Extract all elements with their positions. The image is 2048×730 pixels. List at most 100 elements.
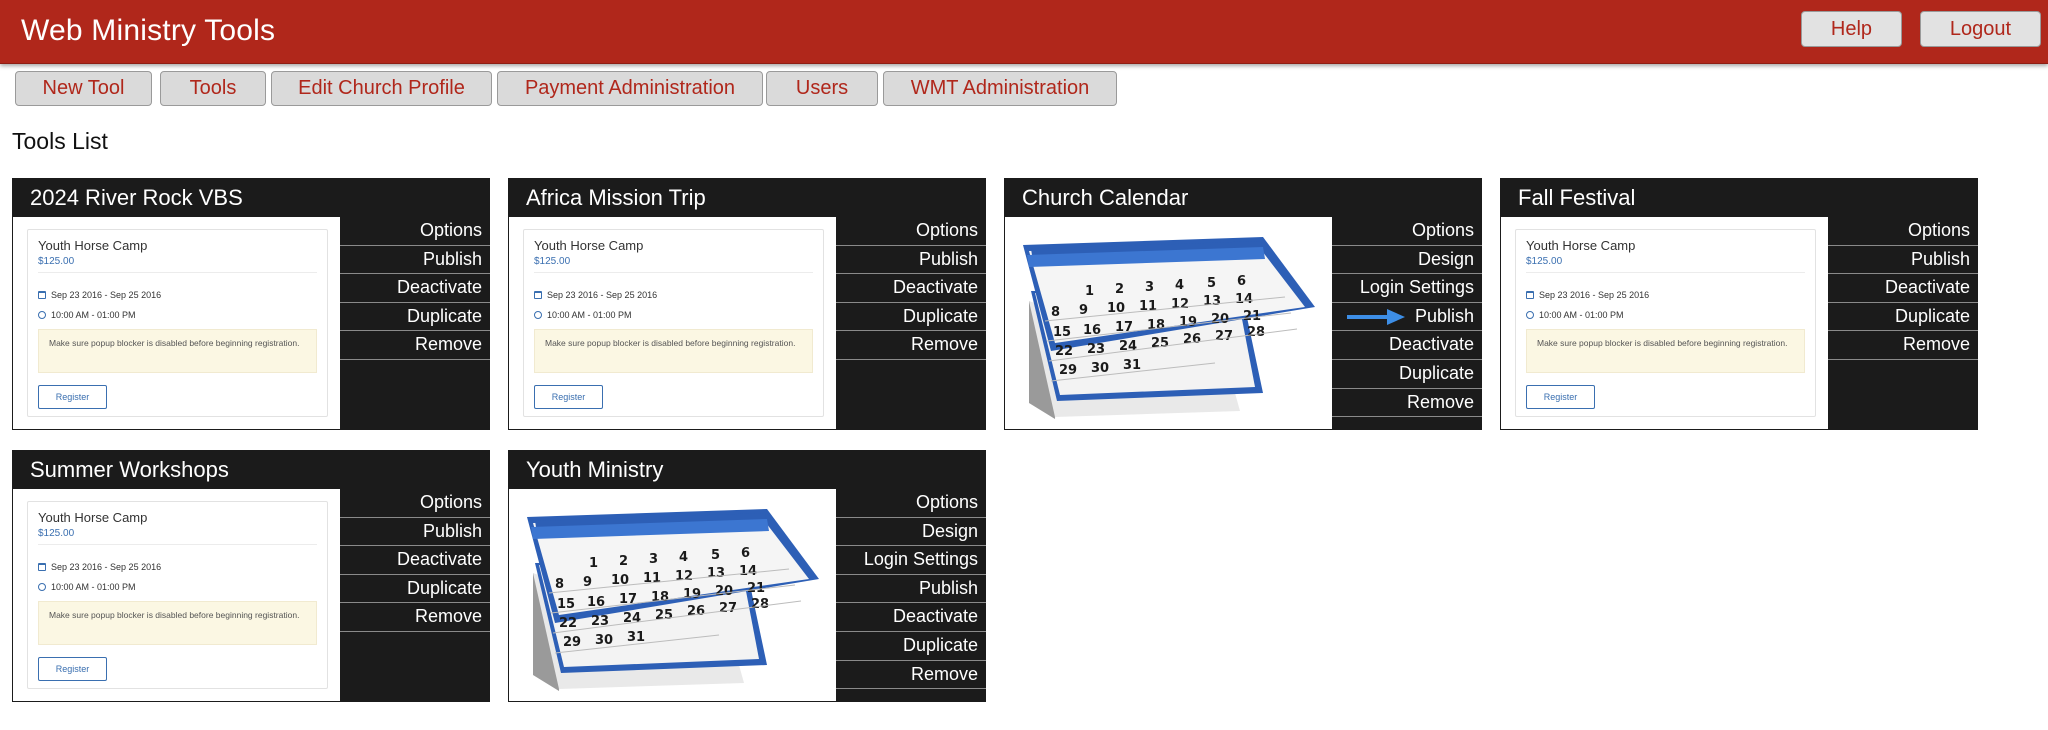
card-divider: [1526, 272, 1805, 273]
menu-item-design[interactable]: Design: [836, 518, 986, 547]
cal-date: 2: [1115, 282, 1124, 297]
clock-icon: [534, 311, 542, 319]
cal-date: 27: [719, 601, 737, 616]
menu-item-options[interactable]: Options: [836, 217, 986, 246]
menu-item-label: Options: [1411, 220, 1474, 240]
menu-item-deactivate[interactable]: Deactivate: [836, 603, 986, 632]
menu-item-label: Options: [915, 492, 978, 512]
tool-preview[interactable]: Youth Horse Camp $125.00 Sep 23 2016 - S…: [13, 489, 340, 701]
menu-item-duplicate[interactable]: Duplicate: [1828, 303, 1978, 332]
menu-item-label: Design: [921, 520, 978, 541]
logout-button[interactable]: Logout: [1920, 11, 2041, 47]
menu-item-duplicate[interactable]: Duplicate: [836, 632, 986, 661]
menu-item-label: Options: [419, 492, 482, 512]
cal-date: 30: [1091, 361, 1109, 376]
menu-item-deactivate[interactable]: Deactivate: [836, 274, 986, 303]
menu-item-duplicate[interactable]: Duplicate: [340, 303, 490, 332]
menu-item-publish[interactable]: Publish: [836, 575, 986, 604]
menu-item-remove[interactable]: Remove: [836, 331, 986, 360]
tool-action-menu: Options Publish Deactivate Duplicate Remove: [340, 489, 490, 701]
cal-date: 26: [1183, 332, 1201, 347]
tool-tile-fall-festival: Fall Festival Youth Horse Camp $125.00 S…: [1500, 178, 1978, 430]
tool-action-menu: Options Publish Deactivate Duplicate Remove: [340, 217, 490, 429]
cal-date: 30: [595, 633, 613, 648]
menu-item-remove[interactable]: Remove: [836, 661, 986, 690]
menu-item-publish[interactable]: Publish: [1828, 246, 1978, 275]
cal-date: 8: [1051, 305, 1060, 320]
menu-item-remove[interactable]: Remove: [340, 603, 490, 632]
nav-edit-church-profile-button[interactable]: Edit Church Profile: [271, 71, 492, 106]
menu-item-label: Duplicate: [902, 305, 978, 326]
menu-item-publish[interactable]: Publish: [836, 246, 986, 275]
menu-item-design[interactable]: Design: [1332, 246, 1482, 275]
cal-date: 2: [619, 554, 628, 569]
help-button[interactable]: Help: [1801, 11, 1902, 47]
cal-date: 4: [679, 550, 688, 565]
menu-item-options[interactable]: Options: [1332, 217, 1482, 246]
menu-item-label: Publish: [422, 248, 482, 269]
clock-icon: [38, 583, 46, 591]
menu-item-login-settings[interactable]: Login Settings: [1332, 274, 1482, 303]
menu-item-deactivate[interactable]: Deactivate: [1332, 331, 1482, 360]
clock-icon: [1526, 311, 1534, 319]
menu-item-remove[interactable]: Remove: [340, 331, 490, 360]
cal-date: 29: [563, 635, 581, 650]
tool-preview[interactable]: Youth Horse Camp $125.00 Sep 23 2016 - S…: [509, 217, 836, 429]
tool-preview[interactable]: Youth Horse Camp $125.00 Sep 23 2016 - S…: [13, 217, 340, 429]
nav-users-button[interactable]: Users: [766, 71, 878, 106]
nav-wmt-administration-button[interactable]: WMT Administration: [883, 71, 1117, 106]
menu-item-duplicate[interactable]: Duplicate: [836, 303, 986, 332]
cal-date: 9: [1079, 303, 1088, 318]
menu-item-duplicate[interactable]: Duplicate: [340, 575, 490, 604]
event-preview-card: Youth Horse Camp $125.00 Sep 23 2016 - S…: [1515, 229, 1816, 417]
tool-preview[interactable]: Youth Horse Camp $125.00 Sep 23 2016 - S…: [1501, 217, 1828, 429]
event-preview-card: Youth Horse Camp $125.00 Sep 23 2016 - S…: [27, 501, 328, 689]
calendar-icon: [534, 291, 542, 299]
menu-item-options[interactable]: Options: [1828, 217, 1978, 246]
cal-date: 12: [675, 569, 693, 584]
menu-item-deactivate[interactable]: Deactivate: [340, 546, 490, 575]
menu-item-publish[interactable]: Publish: [340, 246, 490, 275]
cal-date: 13: [707, 566, 725, 581]
cal-date: 14: [1235, 292, 1253, 307]
register-button[interactable]: Register: [38, 385, 107, 409]
menu-item-label: Duplicate: [1894, 305, 1970, 326]
cal-date: 15: [1053, 325, 1071, 340]
cal-date: 25: [655, 608, 673, 623]
event-price: $125.00: [534, 256, 571, 267]
menu-item-duplicate[interactable]: Duplicate: [1332, 360, 1482, 389]
menu-item-deactivate[interactable]: Deactivate: [340, 274, 490, 303]
cal-date: 19: [1179, 315, 1197, 330]
register-button[interactable]: Register: [1526, 385, 1595, 409]
register-button[interactable]: Register: [534, 385, 603, 409]
nav-tools-button[interactable]: Tools: [160, 71, 266, 106]
event-time-row: 10:00 AM - 01:00 PM: [38, 582, 136, 592]
menu-item-label: Deactivate: [396, 277, 482, 298]
nav-payment-administration-button[interactable]: Payment Administration: [497, 71, 763, 106]
tool-preview[interactable]: 1 2 3 4 5 6 8 9 10 11 12 13 14 15 16 17 …: [1005, 217, 1332, 429]
tool-preview[interactable]: 1 2 3 4 5 6 8 9 10 11 12 13 14 15 16 17 …: [509, 489, 836, 701]
menu-item-label: Remove: [1406, 391, 1474, 412]
cal-date: 20: [1211, 312, 1229, 327]
cal-date: 31: [627, 630, 645, 645]
menu-item-label: Remove: [910, 334, 978, 355]
menu-item-deactivate[interactable]: Deactivate: [1828, 274, 1978, 303]
menu-item-publish[interactable]: Publish: [340, 518, 490, 547]
menu-item-login-settings[interactable]: Login Settings: [836, 546, 986, 575]
menu-item-options[interactable]: Options: [836, 489, 986, 518]
menu-item-label: Deactivate: [396, 549, 482, 570]
menu-item-publish[interactable]: Publish: [1332, 303, 1482, 332]
menu-item-label: Publish: [1910, 248, 1970, 269]
card-divider: [534, 272, 813, 273]
menu-item-options[interactable]: Options: [340, 217, 490, 246]
menu-item-remove[interactable]: Remove: [1332, 389, 1482, 418]
menu-item-remove[interactable]: Remove: [1828, 331, 1978, 360]
cal-date: 22: [559, 616, 577, 631]
tool-tile-body: Youth Horse Camp $125.00 Sep 23 2016 - S…: [509, 217, 986, 429]
menu-item-options[interactable]: Options: [340, 489, 490, 518]
nav-new-tool-button[interactable]: New Tool: [15, 71, 152, 106]
register-button[interactable]: Register: [38, 657, 107, 681]
event-title: Youth Horse Camp: [534, 238, 644, 253]
cal-date: 18: [1147, 318, 1165, 333]
menu-item-label: Publish: [918, 248, 978, 269]
